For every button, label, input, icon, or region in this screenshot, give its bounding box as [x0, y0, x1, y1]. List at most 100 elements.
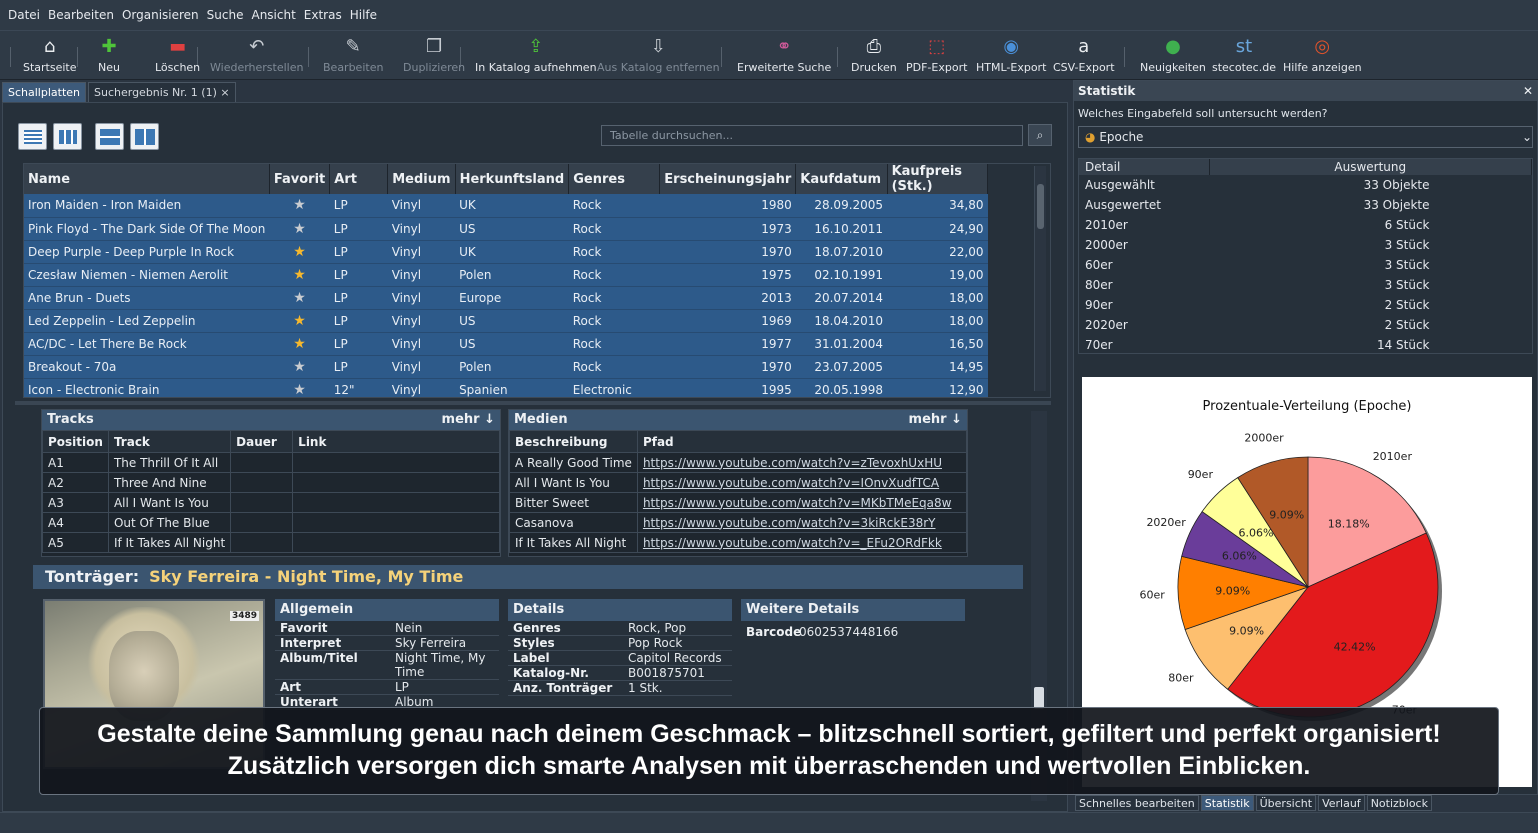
track-row[interactable]: A5 If It Takes All Night	[42, 532, 500, 553]
bottom-tab[interactable]: Schnelles bearbeiten	[1075, 795, 1199, 811]
stat-row[interactable]: 70er 14 Stück	[1079, 335, 1532, 355]
close-icon[interactable]: ✕	[1523, 81, 1533, 101]
stat-row[interactable]: 2020er 2 Stück	[1079, 315, 1532, 335]
star-icon[interactable]: ★	[293, 359, 306, 375]
table-row[interactable]: Ane Brun - Duets ★ LP Vinyl Europe Rock 2013 20…	[24, 286, 988, 310]
tracks-col-dauer[interactable]: Dauer	[230, 430, 294, 453]
in-katalog-aufnehmen-button[interactable]: ⇪ In Katalog aufnehmen	[475, 35, 597, 79]
menu-organisieren[interactable]: Organisieren	[118, 8, 203, 22]
menu-suche[interactable]: Suche	[203, 8, 248, 22]
table-row[interactable]: Led Zeppelin - Led Zeppelin ★ LP Vinyl US Roc…	[24, 309, 988, 333]
track-row[interactable]: A4 Out Of The Blue	[42, 512, 500, 533]
menu-ansicht[interactable]: Ansicht	[247, 8, 299, 22]
menu-bearbeiten[interactable]: Bearbeiten	[44, 8, 118, 22]
star-icon[interactable]: ★	[293, 290, 306, 306]
tracks-col-link[interactable]: Link	[292, 430, 500, 453]
star-icon[interactable]: ★	[293, 221, 306, 237]
table-scrollbar-thumb[interactable]	[1037, 184, 1044, 229]
field-select[interactable]: ◕ Epoche ⌄	[1078, 126, 1533, 148]
löschen-button[interactable]: ▬ Löschen	[155, 35, 200, 79]
column-header[interactable]: Favorit	[269, 164, 331, 194]
medien-row[interactable]: All I Want Is You https://www.youtube.com…	[509, 472, 968, 493]
star-icon[interactable]: ★	[293, 197, 306, 213]
html-export-button[interactable]: ◉ HTML-Export	[976, 35, 1046, 79]
stat-col-detail[interactable]: Detail	[1079, 159, 1210, 175]
track-row[interactable]: A2 Three And Nine	[42, 472, 500, 493]
vertical-split-button[interactable]	[130, 123, 159, 150]
stat-row[interactable]: 2010er 6 Stück	[1079, 215, 1532, 235]
column-header[interactable]: Kaufdatum	[795, 164, 888, 194]
column-header[interactable]: Medium	[387, 164, 456, 194]
detail-scrollbar-thumb[interactable]	[1034, 687, 1044, 709]
medien-row[interactable]: A Really Good Time https://www.youtube.co…	[509, 452, 968, 473]
table-row[interactable]: Pink Floyd - The Dark Side Of The Moon ★ L…	[24, 217, 988, 241]
column-header[interactable]: Erscheinungsjahr	[659, 164, 797, 194]
stat-row[interactable]: 90er 2 Stück	[1079, 295, 1532, 315]
table-row[interactable]: Czesław Niemen - Niemen Aerolit ★ LP Vinyl P…	[24, 263, 988, 287]
menu-hilfe[interactable]: Hilfe	[346, 8, 381, 22]
stat-row[interactable]: Ausgewählt 33 Objekte	[1079, 175, 1532, 195]
stat-row[interactable]: 2000er 3 Stück	[1079, 235, 1532, 255]
table-row[interactable]: AC/DC - Let There Be Rock ★ LP Vinyl US Rock 1…	[24, 332, 988, 356]
bottom-tab[interactable]: Verlauf	[1318, 795, 1365, 811]
column-header[interactable]: Name	[24, 164, 270, 194]
stecotec-de-button[interactable]: st stecotec.de	[1212, 35, 1276, 79]
table-scrollbar[interactable]	[1034, 166, 1046, 391]
medien-more-link[interactable]: mehr ↓	[909, 410, 962, 430]
medien-link[interactable]: https://www.youtube.com/watch?v=zTevoxhU…	[643, 456, 942, 470]
favorite-cell[interactable]: ★	[269, 378, 330, 398]
erweiterte-suche-button[interactable]: ⚭ Erweiterte Suche	[737, 35, 831, 79]
medien-row[interactable]: If It Takes All Night https://www.youtube…	[509, 532, 968, 553]
search-icon[interactable]: ⌕	[1028, 124, 1052, 146]
table-search-input[interactable]: Tabelle durchsuchen...	[601, 125, 1023, 146]
column-header[interactable]: Art	[329, 164, 389, 194]
hilfe-anzeigen-button[interactable]: ◎ Hilfe anzeigen	[1283, 35, 1362, 79]
startseite-button[interactable]: ⌂ Startseite	[23, 35, 77, 79]
grid-view-button[interactable]	[53, 123, 82, 150]
favorite-cell[interactable]: ★	[269, 240, 330, 264]
star-icon[interactable]: ★	[293, 267, 306, 283]
table-row[interactable]: Icon - Electronic Brain ★ 12" Vinyl Spanien E…	[24, 378, 988, 398]
pane-splitter[interactable]	[15, 401, 1051, 405]
column-header[interactable]: Kaufpreis (Stk.)	[887, 164, 989, 194]
list-view-button[interactable]	[18, 123, 47, 150]
stat-row[interactable]: Ausgewertet 33 Objekte	[1079, 195, 1532, 215]
column-header[interactable]: Herkunftsland	[455, 164, 570, 194]
stat-row[interactable]: 60er 3 Stück	[1079, 255, 1532, 275]
medien-link[interactable]: https://www.youtube.com/watch?v=_EFu2ORd…	[643, 536, 942, 550]
menu-datei[interactable]: Datei	[4, 8, 44, 22]
medien-row[interactable]: Casanova https://www.youtube.com/watch?v=…	[509, 512, 968, 533]
neu-button[interactable]: ✚ Neu	[98, 35, 120, 79]
star-icon[interactable]: ★	[293, 313, 306, 329]
medien-link[interactable]: https://www.youtube.com/watch?v=IOnvXudf…	[643, 476, 939, 490]
bottom-tab[interactable]: Notizblock	[1366, 795, 1432, 811]
neuigkeiten-button[interactable]: ● Neuigkeiten	[1140, 35, 1206, 79]
favorite-cell[interactable]: ★	[269, 217, 330, 241]
tracks-col-track[interactable]: Track	[107, 430, 232, 453]
tracks-more-link[interactable]: mehr ↓	[442, 410, 495, 430]
stat-col-auswertung[interactable]: Auswertung	[1209, 159, 1532, 175]
bottom-tab[interactable]: Statistik	[1200, 795, 1254, 811]
favorite-cell[interactable]: ★	[269, 194, 330, 218]
stat-row[interactable]: 80er 3 Stück	[1079, 275, 1532, 295]
track-row[interactable]: A3 All I Want Is You	[42, 492, 500, 513]
medien-link[interactable]: https://www.youtube.com/watch?v=MKbTMeEq…	[643, 496, 952, 510]
table-row[interactable]: Iron Maiden - Iron Maiden ★ LP Vinyl UK Rock 1…	[24, 194, 988, 218]
star-icon[interactable]: ★	[293, 336, 306, 352]
favorite-cell[interactable]: ★	[269, 286, 330, 310]
favorite-cell[interactable]: ★	[269, 309, 330, 333]
favorite-cell[interactable]: ★	[269, 355, 330, 379]
tab-schallplatten[interactable]: Schallplatten	[2, 82, 86, 102]
table-row[interactable]: Breakout - 70a ★ LP Vinyl Polen Rock 1970 23.07…	[24, 355, 988, 379]
close-tab-icon[interactable]: ×	[220, 86, 229, 99]
table-row[interactable]: Deep Purple - Deep Purple In Rock ★ LP Viny…	[24, 240, 988, 264]
menu-extras[interactable]: Extras	[300, 8, 346, 22]
favorite-cell[interactable]: ★	[269, 332, 330, 356]
csv-export-button[interactable]: a CSV-Export	[1053, 35, 1115, 79]
track-row[interactable]: A1 The Thrill Of It All	[42, 452, 500, 473]
column-header[interactable]: Genres	[568, 164, 661, 194]
medien-col-beschreibung[interactable]: Beschreibung	[509, 430, 638, 453]
star-icon[interactable]: ★	[293, 382, 306, 398]
star-icon[interactable]: ★	[293, 244, 306, 260]
pdf-export-button[interactable]: ⬚ PDF-Export	[906, 35, 967, 79]
